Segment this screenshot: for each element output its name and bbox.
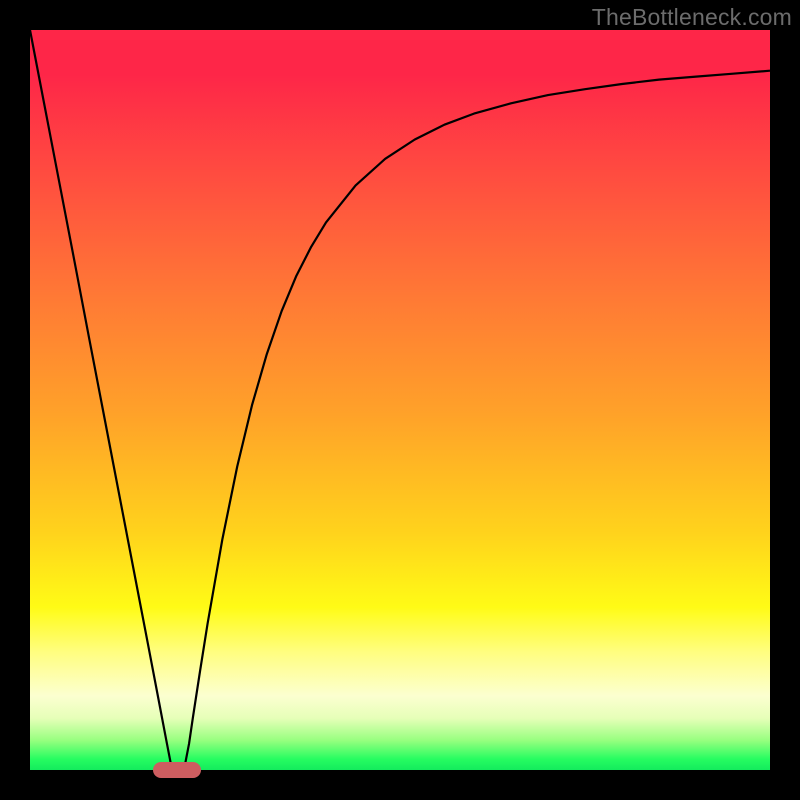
plot-area	[30, 30, 770, 770]
watermark-text: TheBottleneck.com	[592, 4, 792, 31]
optimum-marker	[153, 762, 201, 778]
bottleneck-curve	[30, 30, 770, 770]
chart-frame: TheBottleneck.com	[0, 0, 800, 800]
curve-layer	[30, 30, 770, 770]
